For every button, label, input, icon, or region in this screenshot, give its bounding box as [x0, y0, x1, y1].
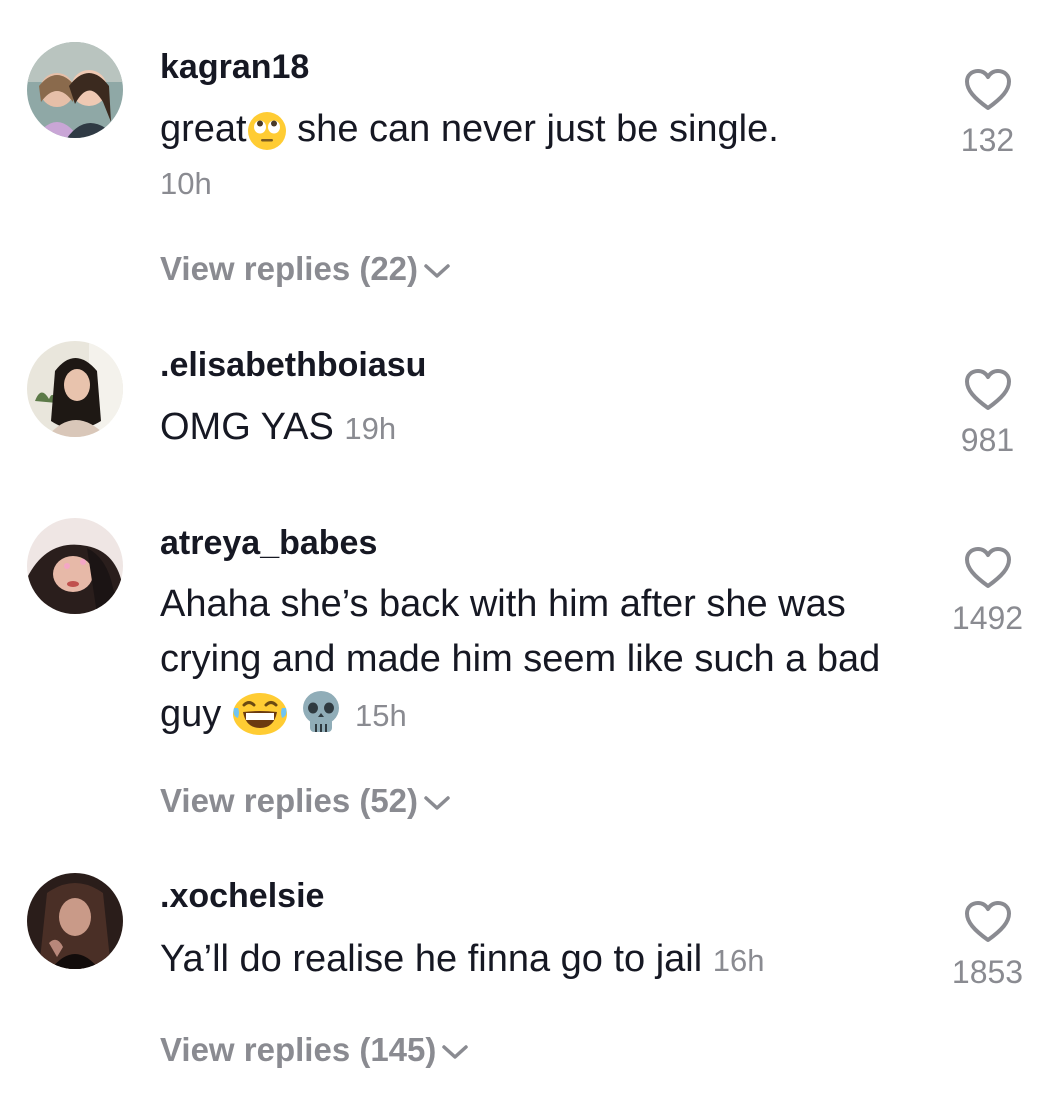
chevron-down-icon	[436, 1031, 470, 1068]
like-button[interactable]: 1853	[940, 900, 1035, 991]
comment-text: Ahaha she’s back with him after she was …	[160, 577, 890, 752]
view-replies-label: View replies (22)	[160, 250, 419, 287]
view-replies-button[interactable]: View replies (22)	[160, 250, 452, 288]
like-count: 1492	[951, 600, 1024, 636]
chevron-down-icon	[418, 250, 452, 287]
view-replies-button[interactable]: View replies (145)	[160, 1031, 470, 1069]
heart-icon	[940, 68, 1035, 112]
comment-text: great she can never just be single.	[160, 102, 890, 167]
comment-text: Ya’ll do realise he finna go to jail 16h	[160, 932, 890, 988]
chevron-down-icon	[418, 782, 452, 819]
heart-icon	[940, 368, 1035, 412]
comment-text-part: great	[160, 108, 247, 150]
laughing-emoji-icon	[232, 688, 288, 752]
like-button[interactable]: 981	[940, 368, 1035, 459]
comment-time: 19h	[344, 411, 397, 446]
heart-icon	[940, 900, 1035, 944]
like-count: 981	[960, 422, 1015, 458]
like-count: 1853	[951, 954, 1024, 990]
avatar[interactable]	[27, 341, 123, 437]
comment-username[interactable]: kagran18	[160, 48, 309, 87]
view-replies-label: View replies (52)	[160, 782, 419, 819]
eye-roll-emoji-icon	[247, 111, 287, 167]
comment-time: 16h	[712, 943, 765, 978]
comment-text-part: she can never just be single.	[286, 108, 779, 150]
like-button[interactable]: 1492	[940, 546, 1035, 637]
comment-username[interactable]: .elisabethboiasu	[160, 346, 426, 385]
comment-text: OMG YAS 19h	[160, 400, 890, 456]
comment-time: 10h	[160, 166, 212, 201]
view-replies-button[interactable]: View replies (52)	[160, 782, 452, 820]
like-button[interactable]: 132	[940, 68, 1035, 159]
avatar[interactable]	[27, 42, 123, 138]
view-replies-label: View replies (145)	[160, 1031, 437, 1068]
comment-text-part: OMG YAS	[160, 406, 334, 448]
like-count: 132	[960, 122, 1015, 158]
avatar[interactable]	[27, 873, 123, 969]
comment-text-part: Ya’ll do realise he finna go to jail	[160, 938, 703, 980]
avatar[interactable]	[27, 518, 123, 614]
heart-icon	[940, 546, 1035, 590]
comment-username[interactable]: atreya_babes	[160, 524, 377, 563]
comment-username[interactable]: .xochelsie	[160, 877, 324, 916]
comment-time: 15h	[354, 698, 407, 733]
skull-emoji-icon	[298, 688, 344, 752]
